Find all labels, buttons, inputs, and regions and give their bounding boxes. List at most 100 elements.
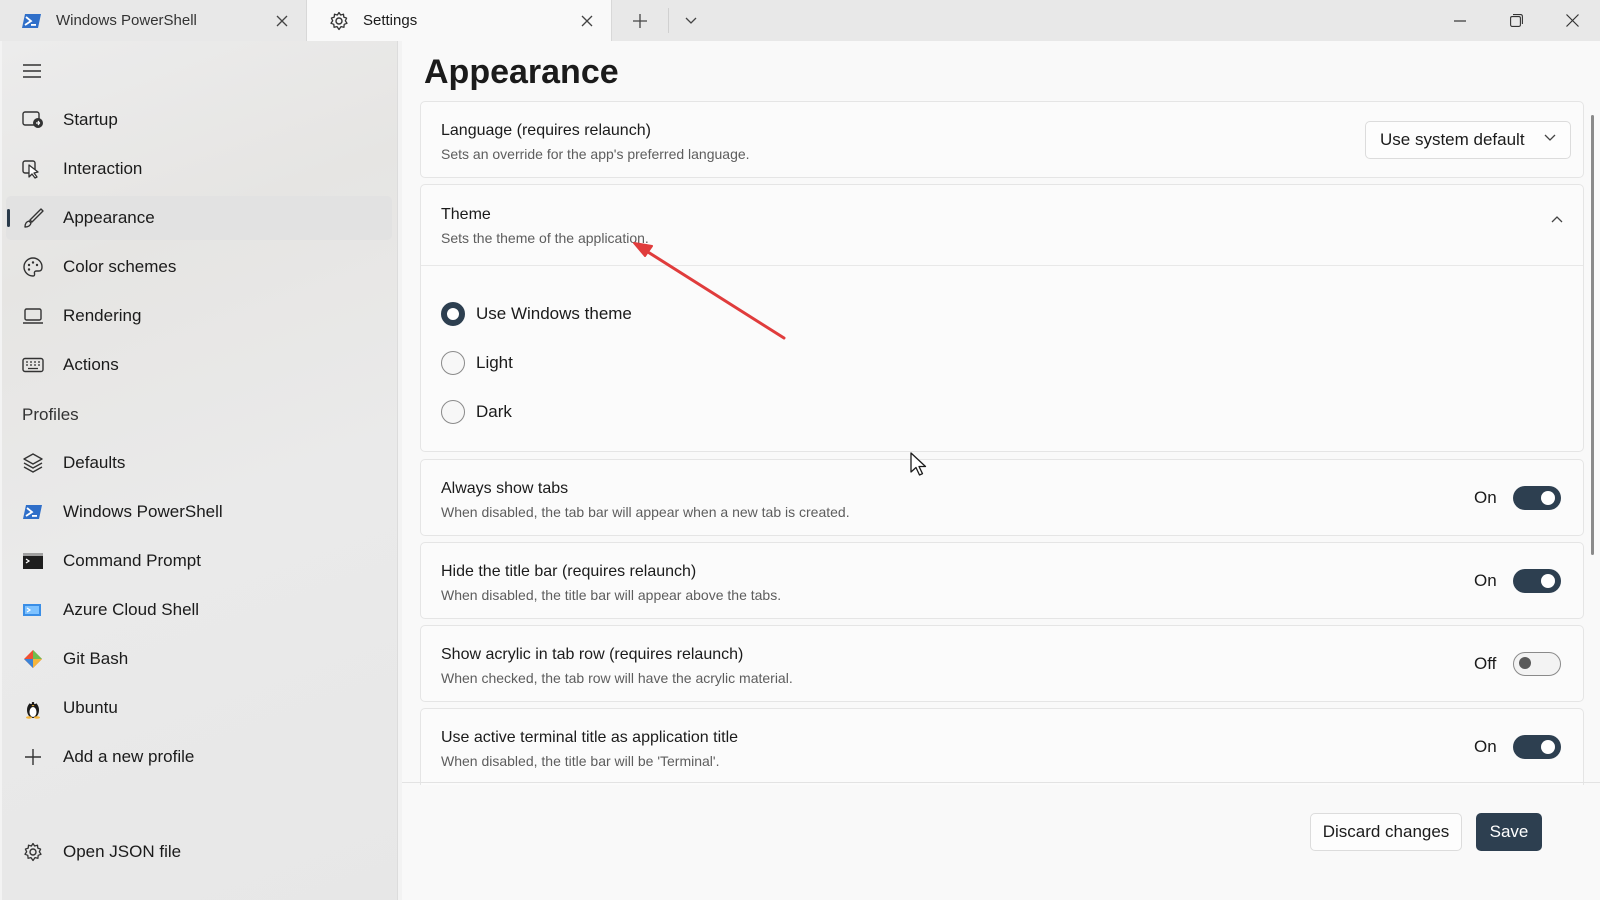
sidebar-item-appearance[interactable]: Appearance [6, 196, 392, 240]
language-dropdown[interactable]: Use system default [1365, 121, 1571, 159]
theme-option-dark[interactable]: Dark [441, 400, 512, 424]
open-json-file-button[interactable]: Open JSON file [6, 830, 392, 874]
theme-option-windows[interactable]: Use Windows theme [441, 302, 632, 326]
plus-icon [22, 746, 44, 768]
sidebar-item-label: Rendering [63, 306, 142, 325]
monitor-icon [22, 305, 44, 327]
tab-dropdown-button[interactable] [668, 8, 712, 33]
linux-icon [22, 697, 44, 719]
always-show-tabs-card: Always show tabs When disabled, the tab … [420, 459, 1584, 536]
sidebar-item-label: Add a new profile [63, 747, 195, 766]
toggle-switch[interactable] [1513, 735, 1561, 759]
toggle-knob [1519, 657, 1531, 669]
radio-button[interactable] [441, 302, 465, 326]
gear-icon [22, 841, 44, 863]
footer-divider [402, 782, 1600, 783]
setting-description: Sets the theme of the application. [441, 230, 649, 246]
title-bar: Windows PowerShell Settings [0, 0, 1600, 41]
sidebar-item-rendering[interactable]: Rendering [6, 294, 392, 338]
sidebar-item-git-bash[interactable]: Git Bash [6, 637, 392, 681]
sidebar-item-label: Startup [63, 110, 118, 129]
sidebar-item-label: Command Prompt [63, 551, 201, 570]
setting-description: When disabled, the tab bar will appear w… [441, 504, 850, 520]
sidebar-item-label: Windows PowerShell [63, 502, 223, 521]
language-setting-card: Language (requires relaunch) Sets an ove… [420, 101, 1584, 178]
active-terminal-title-toggle[interactable]: On [1474, 735, 1561, 759]
new-tab-button[interactable] [612, 0, 668, 41]
close-window-button[interactable] [1544, 0, 1600, 41]
sidebar-item-color-schemes[interactable]: Color schemes [6, 245, 392, 289]
sidebar-item-defaults[interactable]: Defaults [6, 441, 392, 485]
hide-title-bar-card: Hide the title bar (requires relaunch) W… [420, 542, 1584, 619]
theme-option-light[interactable]: Light [441, 351, 513, 375]
acrylic-tab-row-toggle[interactable]: Off [1474, 652, 1561, 676]
setting-description: When checked, the tab row will have the … [441, 670, 793, 686]
sidebar-item-label: Open JSON file [63, 842, 182, 861]
cmd-icon [22, 550, 44, 572]
discard-changes-button[interactable]: Discard changes [1310, 813, 1462, 851]
toggle-knob [1541, 740, 1555, 754]
close-icon[interactable] [272, 11, 292, 31]
sidebar-item-command-prompt[interactable]: Command Prompt [6, 539, 392, 583]
sidebar-item-label: Git Bash [63, 649, 129, 668]
restore-button[interactable] [1488, 0, 1544, 41]
toggle-switch[interactable] [1513, 569, 1561, 593]
scrollbar[interactable] [1591, 115, 1594, 555]
minimize-button[interactable] [1432, 0, 1488, 41]
mouse-cursor-icon [910, 452, 927, 476]
setting-title: Language (requires relaunch) [441, 122, 651, 139]
hamburger-menu-button[interactable] [18, 59, 46, 83]
sidebar-item-windows-powershell[interactable]: Windows PowerShell [6, 490, 392, 534]
tab-windows-powershell[interactable]: Windows PowerShell [0, 0, 306, 41]
setting-title: Theme [441, 206, 491, 223]
radio-button[interactable] [441, 351, 465, 375]
toggle-switch[interactable] [1513, 652, 1561, 676]
chevron-up-icon [1551, 216, 1563, 223]
toggle-switch[interactable] [1513, 486, 1561, 510]
gear-icon [329, 11, 349, 31]
sidebar-item-label: Defaults [63, 453, 126, 472]
sidebar-item-add-new-profile[interactable]: Add a new profile [6, 735, 392, 779]
divider [421, 265, 1583, 266]
sidebar-item-label: Ubuntu [63, 698, 118, 717]
close-icon[interactable] [577, 11, 597, 31]
drag-region[interactable] [712, 0, 1432, 41]
radio-label: Dark [476, 402, 512, 421]
keyboard-icon [22, 354, 44, 376]
chevron-down-icon [1544, 134, 1556, 141]
toggle-knob [1541, 574, 1555, 588]
setting-title: Hide the title bar (requires relaunch) [441, 563, 697, 580]
settings-content: Appearance Language (requires relaunch) … [402, 41, 1600, 900]
radio-label: Use Windows theme [476, 304, 632, 323]
toggle-state-label: Off [1474, 654, 1497, 673]
dropdown-value: Use system default [1380, 130, 1525, 149]
sidebar-item-interaction[interactable]: Interaction [6, 147, 392, 191]
always-show-tabs-toggle[interactable]: On [1474, 486, 1561, 510]
sidebar-item-label: Color schemes [63, 257, 177, 276]
powershell-icon [22, 11, 42, 31]
minimize-icon [1454, 19, 1466, 22]
sidebar-item-azure-cloud-shell[interactable]: Azure Cloud Shell [6, 588, 392, 632]
sidebar: Startup Interaction Appearance Color sch… [2, 41, 398, 900]
setting-title: Use active terminal title as application… [441, 729, 739, 746]
layers-icon [22, 452, 44, 474]
hamburger-icon [23, 64, 41, 78]
radio-button[interactable] [441, 400, 465, 424]
startup-icon [22, 109, 44, 131]
profiles-header: Profiles [22, 405, 79, 424]
setting-title: Show acrylic in tab row (requires relaun… [441, 646, 744, 663]
theme-expander-header[interactable]: Theme Sets the theme of the application. [421, 185, 1583, 265]
sidebar-item-label: Appearance [63, 208, 155, 227]
close-icon [1565, 14, 1579, 27]
sidebar-item-actions[interactable]: Actions [6, 343, 392, 387]
toggle-state-label: On [1474, 571, 1497, 590]
sidebar-item-ubuntu[interactable]: Ubuntu [6, 686, 392, 730]
sidebar-item-startup[interactable]: Startup [6, 98, 392, 142]
azure-icon [22, 599, 44, 621]
hide-title-bar-toggle[interactable]: On [1474, 569, 1561, 593]
setting-title: Always show tabs [441, 480, 569, 497]
save-button[interactable]: Save [1476, 813, 1542, 851]
tab-settings[interactable]: Settings [306, 0, 612, 41]
sidebar-item-label: Interaction [63, 159, 143, 178]
toggle-state-label: On [1474, 488, 1497, 507]
